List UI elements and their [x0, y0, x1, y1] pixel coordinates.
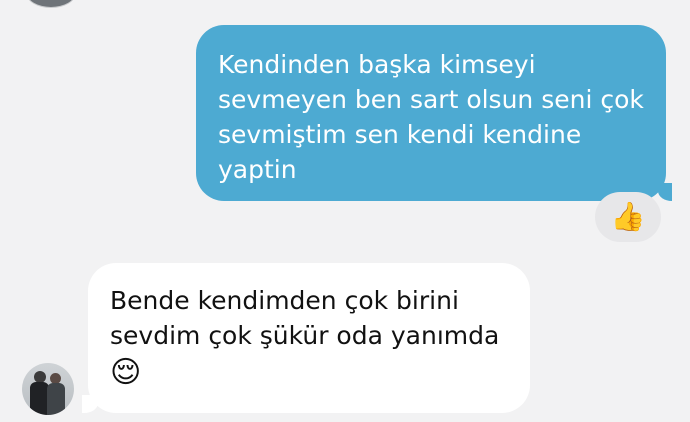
outgoing-message-text: Kendinden başka kimseyi sevmeyen ben sar… — [218, 50, 644, 184]
incoming-message-text: Bende kendimden çok birini sevdim çok şü… — [110, 286, 500, 350]
outgoing-message-bubble[interactable]: Kendinden başka kimseyi sevmeyen ben sar… — [196, 25, 672, 201]
incoming-message-bubble[interactable]: Bende kendimden çok birini sevdim çok şü… — [82, 263, 530, 413]
thumbs-up-icon: 👍 — [610, 200, 646, 233]
thumbs-up-reaction[interactable]: 👍 — [595, 192, 661, 242]
relieved-face-icon: 😌 — [110, 355, 142, 390]
sender-avatar[interactable] — [22, 363, 74, 415]
sender-avatar-top[interactable] — [26, 0, 76, 8]
avatar-figure-body — [47, 383, 65, 415]
